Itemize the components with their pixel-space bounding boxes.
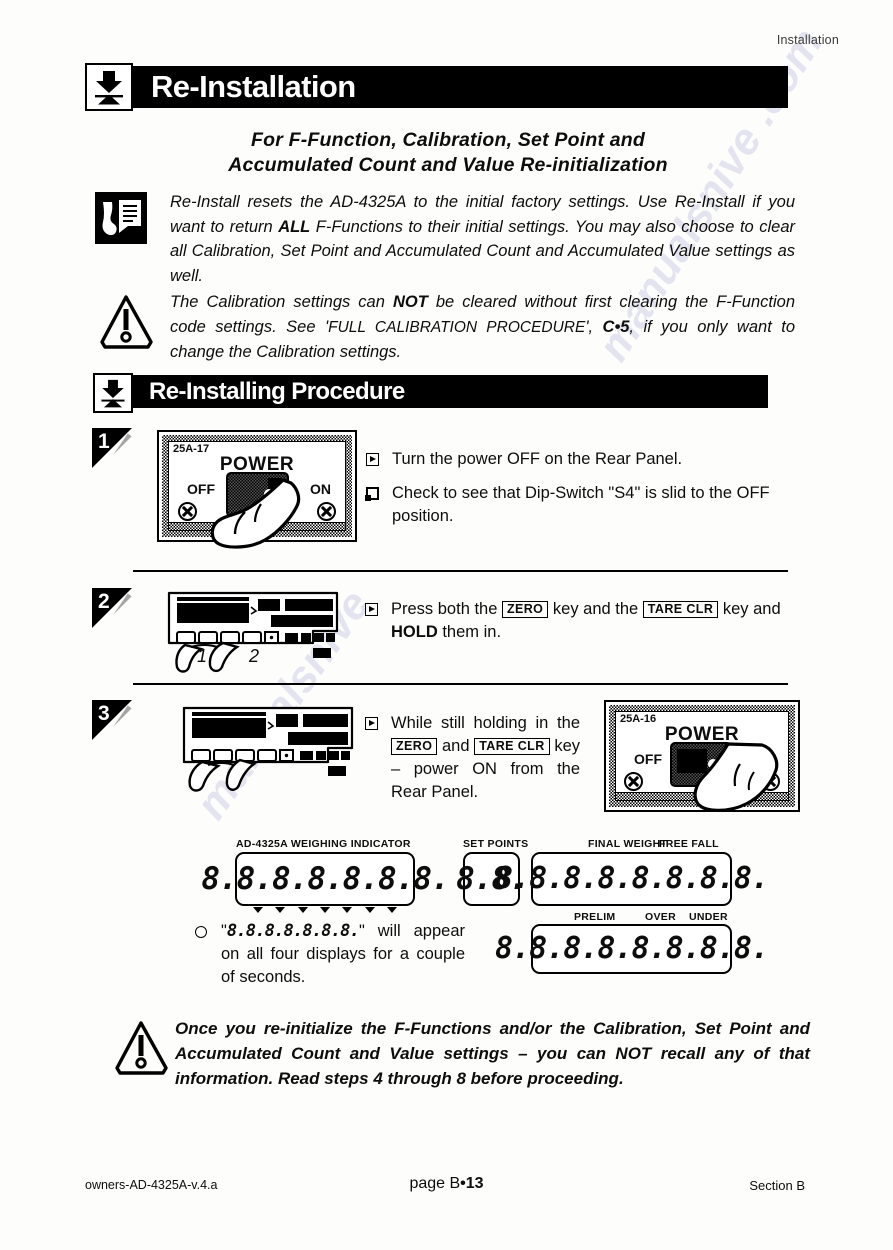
- banner-title: Re-Installation: [151, 69, 356, 104]
- pointing-hand-step1: [205, 478, 315, 550]
- main-display: 8.8.8.8.8.8.8.: [201, 852, 450, 913]
- finger-label-2: 2: [249, 646, 260, 666]
- play-glyph-icon: [366, 448, 392, 473]
- note-text: Re-Install resets the AD-4325A to the in…: [170, 193, 795, 285]
- section-banner-re-installing-procedure: Re-Installing Procedure: [133, 375, 768, 408]
- panel-off-label: OFF: [634, 751, 662, 767]
- setpoints-label: SET POINTS: [463, 838, 529, 850]
- step-number-badge: 3: [92, 700, 144, 752]
- bullet-text: While still holding in the ZERO and TARE…: [391, 714, 580, 801]
- play-glyph-icon: [365, 598, 391, 623]
- speaker-note-icon: [95, 192, 147, 244]
- page-footer: owners-AD-4325A-v.4.a page B•13 Section …: [0, 1175, 893, 1200]
- display-note-text: "8.8.8.8.8.8.8." will appear on all four…: [221, 921, 465, 986]
- indicator-front-panel-step3: [178, 700, 358, 792]
- warning-text: The Calibration settings can NOT be clea…: [170, 293, 795, 361]
- upper-right-display: 8.8.8.8.8.8.8.8.: [495, 852, 769, 906]
- step-number: 3: [98, 702, 110, 725]
- install-down-arrow-icon: [93, 373, 133, 413]
- bullet-row: Press both the ZERO key and the TARE CLR…: [365, 598, 785, 644]
- subtitle-line-1: For F-Function, Calibration, Set Point a…: [250, 129, 646, 151]
- circle-glyph-icon: [195, 920, 221, 945]
- display-note: "8.8.8.8.8.8.8." will appear on all four…: [195, 920, 465, 998]
- bullet-row: Turn the power OFF on the Rear Panel.: [366, 448, 786, 473]
- step-divider: [133, 683, 788, 685]
- display-segment-markers: [247, 907, 403, 913]
- bullet-row: While still holding in the ZERO and TARE…: [365, 712, 580, 804]
- page-subtitle: For F-Function, Calibration, Set Point a…: [133, 128, 763, 178]
- step-number-badge: 2: [92, 588, 144, 640]
- display-note-digits: 8.8.8.8.8.8.8.: [226, 921, 360, 941]
- main-display-label: AD-4325A WEIGHING INDICATOR: [236, 838, 411, 850]
- step-1-text: Turn the power OFF on the Rear Panel. Ch…: [365, 448, 786, 537]
- bullet-text: Press both the ZERO key and the TARE CLR…: [391, 600, 781, 641]
- play-glyph-icon: [365, 712, 391, 737]
- install-down-arrow-icon: [85, 63, 133, 111]
- warning-triangle-icon: [99, 294, 155, 352]
- main-display-digits: 8.8.8.8.8.8.8.: [201, 860, 449, 897]
- step-2-text: Press both the ZERO key and the TARE CLR…: [365, 598, 785, 653]
- key-zero[interactable]: ZERO: [501, 601, 549, 618]
- subtitle-line-2: Accumulated Count and Value Re-initializ…: [228, 154, 668, 176]
- over-label: OVER: [645, 911, 676, 923]
- lower-right-digits: 8.8.8.8.8.8.8.8.: [495, 931, 769, 966]
- upper-right-digits: 8.8.8.8.8.8.8.8.: [495, 861, 769, 896]
- step-number: 2: [98, 590, 110, 613]
- panel-screw-left: [178, 502, 197, 521]
- warning-text: Once you re-initialize the F-Functions a…: [175, 1019, 810, 1088]
- step-number-badge: 1: [92, 428, 144, 480]
- prelim-label: PRELIM: [574, 911, 616, 923]
- panel-screw-right: [317, 502, 336, 521]
- finger-label-1: 1: [197, 646, 208, 666]
- footer-section: Section B: [749, 1178, 805, 1193]
- document-page: manualsnive .com manualsnive Installatio…: [0, 0, 893, 1250]
- bullet-row: Check to see that Dip-Switch "S4" is sli…: [365, 482, 786, 528]
- warning-triangle-icon: [114, 1020, 170, 1078]
- key-tare-clr[interactable]: TARE CLR: [642, 601, 719, 618]
- bullet-text: Check to see that Dip-Switch "S4" is sli…: [392, 484, 770, 525]
- warning-block-calibration: The Calibration settings can NOT be clea…: [95, 290, 795, 365]
- lower-right-display: 8.8.8.8.8.8.8.8.: [495, 924, 769, 974]
- bullet-text: Turn the power OFF on the Rear Panel.: [392, 450, 683, 468]
- note-block: Re-Install resets the AD-4325A to the in…: [95, 190, 795, 288]
- banner-title: Re-Installing Procedure: [149, 377, 405, 405]
- warning-block-final: Once you re-initialize the F-Functions a…: [110, 1016, 810, 1091]
- key-tare-clr[interactable]: TARE CLR: [474, 738, 550, 755]
- step-number: 1: [98, 430, 110, 453]
- under-label: UNDER: [689, 911, 728, 923]
- panel-screw-left: [624, 772, 643, 791]
- key-zero[interactable]: ZERO: [391, 738, 438, 755]
- bullet-row: "8.8.8.8.8.8.8." will appear on all four…: [195, 920, 465, 989]
- final-weight-label: FINAL WEIGHT: [588, 838, 668, 850]
- step-divider: [133, 570, 788, 572]
- pointing-hand-step3: [688, 742, 796, 814]
- running-head: Installation: [776, 33, 839, 47]
- section-banner-re-installation: Re-Installation: [133, 66, 788, 108]
- free-fall-label: FREE FALL: [659, 838, 719, 850]
- checkbox-glyph-icon: [365, 482, 392, 507]
- step-3-text: While still holding in the ZERO and TARE…: [365, 712, 580, 813]
